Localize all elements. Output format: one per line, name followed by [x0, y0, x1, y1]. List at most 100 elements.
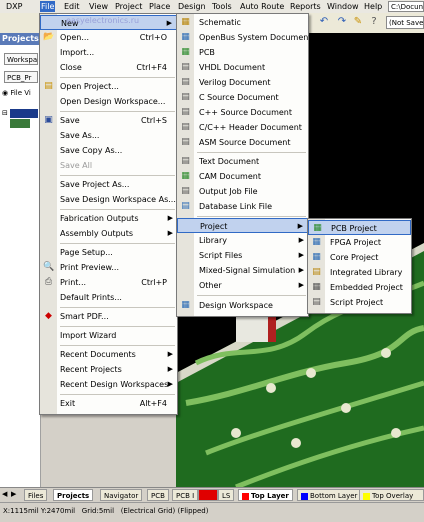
tab-navigator[interactable]: Navigator [100, 489, 143, 501]
file-menu-item-save[interactable]: ▣ Save Ctrl+S [40, 113, 177, 128]
tab-label: Top Overlay [372, 492, 414, 500]
redo-icon[interactable]: ↷ [336, 16, 348, 28]
menu-item-label: Recent Projects [60, 365, 122, 374]
new-item-output-job[interactable]: ▤ Output Job File [177, 184, 308, 199]
scroll-right-icon[interactable]: ▶ [11, 490, 16, 498]
new-item-project[interactable]: Project ▶ [177, 218, 308, 233]
file-menu-item-fabrication-outputs[interactable]: Fabrication Outputs ▶ [40, 211, 177, 226]
menu-project[interactable]: Project [114, 1, 143, 12]
file-menu-item-open-workspace[interactable]: Open Design Workspace... [40, 94, 177, 109]
tree-item-folder[interactable] [10, 119, 30, 128]
new-item-cam[interactable]: ▦ CAM Document [177, 169, 308, 184]
file-menu-item-print-preview[interactable]: 🔍 Print Preview... [40, 260, 177, 275]
new-item-vhdl[interactable]: ▤ VHDL Document [177, 60, 308, 75]
file-menu-item-recent-workspaces[interactable]: Recent Design Workspaces ▶ [40, 377, 177, 392]
save-state-field[interactable]: (Not Save [386, 16, 424, 29]
tab-ls[interactable]: LS [218, 489, 235, 501]
menu-edit[interactable]: Edit [63, 1, 81, 12]
file-menu-item-import[interactable]: Import... [40, 45, 177, 60]
file-view-radio[interactable]: ◉ File Vi [2, 89, 31, 97]
new-item-openbus[interactable]: ▦ OpenBus System Document [177, 30, 311, 45]
submenu-arrow-icon: ▶ [167, 365, 173, 373]
schematic-icon: ▦ [181, 17, 190, 27]
menu-view[interactable]: View [88, 1, 109, 12]
project-item-integrated-library[interactable]: ▤ Integrated Library [308, 265, 411, 280]
file-menu-item-recent-documents[interactable]: Recent Documents ▶ [40, 347, 177, 362]
project-dropdown[interactable]: PCB_Pr [4, 71, 38, 83]
project-item-script[interactable]: ▤ Script Project [308, 295, 411, 310]
menu-item-label: Design Workspace [199, 301, 273, 310]
menu-dxp[interactable]: DXP [5, 1, 23, 12]
menu-item-label: Import Wizard [60, 331, 117, 340]
file-menu-item-save-project-as[interactable]: Save Project As... [40, 177, 177, 192]
file-menu-item-import-wizard[interactable]: Import Wizard [40, 328, 177, 343]
menu-item-label: Open Project... [60, 82, 119, 91]
new-item-design-workspace[interactable]: ▦ Design Workspace [177, 298, 308, 313]
menu-separator [60, 326, 175, 327]
file-menu-item-save-all[interactable]: Save All [40, 158, 177, 173]
menu-separator [60, 77, 175, 78]
tab-top-overlay[interactable]: Top Overlay [359, 489, 424, 501]
file-menu-item-save-workspace-as[interactable]: Save Design Workspace As... [40, 192, 177, 207]
menu-file[interactable]: File [40, 1, 56, 12]
scroll-left-icon[interactable]: ◀ [2, 490, 7, 498]
expand-icon[interactable]: ⊟ [2, 109, 8, 117]
tab-bottom-layer[interactable]: Bottom Layer [297, 489, 362, 501]
project-item-embedded[interactable]: ▦ Embedded Project [308, 280, 411, 295]
tab-pcb[interactable]: PCB [147, 489, 169, 501]
new-item-c-source[interactable]: ▤ C Source Document [177, 90, 308, 105]
file-menu-item-page-setup[interactable]: Page Setup... [40, 245, 177, 260]
file-menu-item-recent-projects[interactable]: Recent Projects ▶ [40, 362, 177, 377]
new-item-library[interactable]: Library ▶ [177, 233, 308, 248]
file-menu-item-save-copy-as[interactable]: Save Copy As... [40, 143, 177, 158]
core-project-icon: ▦ [312, 252, 321, 262]
new-item-header[interactable]: ▤ C/C++ Header Document [177, 120, 308, 135]
menu-place[interactable]: Place [148, 1, 171, 12]
tree-item-project[interactable] [10, 109, 38, 118]
new-item-asm[interactable]: ▤ ASM Source Document [177, 135, 308, 150]
menu-separator [60, 111, 175, 112]
file-menu-item-default-prints[interactable]: Default Prints... [40, 290, 177, 305]
tab-label: Bottom Layer [310, 492, 358, 500]
tab-pcb-inspector[interactable]: PCB I [172, 489, 199, 501]
menu-reports[interactable]: Reports [289, 1, 322, 12]
project-item-core[interactable]: ▦ Core Project [308, 250, 411, 265]
file-menu-item-save-as[interactable]: Save As... [40, 128, 177, 143]
new-item-schematic[interactable]: ▦ Schematic [177, 15, 308, 30]
file-menu-item-exit[interactable]: Exit Alt+F4 [40, 396, 177, 411]
new-item-mixed-signal[interactable]: Mixed-Signal Simulation ▶ [177, 263, 308, 278]
file-menu-item-open[interactable]: 📂 Open... Ctrl+O [40, 30, 177, 45]
new-item-other[interactable]: Other ▶ [177, 278, 308, 293]
tab-files[interactable]: Files [24, 489, 48, 501]
menu-help[interactable]: Help [363, 1, 383, 12]
menu-window[interactable]: Window [326, 1, 360, 12]
document-path-field[interactable]: C:\Docun [388, 1, 424, 12]
file-menu-item-assembly-outputs[interactable]: Assembly Outputs ▶ [40, 226, 177, 241]
pcb-pad [391, 428, 401, 438]
tab-top-layer[interactable]: Top Layer [238, 489, 293, 501]
workspace-dropdown[interactable]: Workspa [4, 53, 38, 65]
file-menu-item-print[interactable]: ⎙ Print... Ctrl+P [40, 275, 177, 290]
new-item-pcb[interactable]: ▦ PCB [177, 45, 308, 60]
menu-design[interactable]: Design [177, 1, 207, 12]
tab-projects[interactable]: Projects [53, 489, 94, 501]
pencil-icon[interactable]: ✎ [352, 16, 364, 28]
project-item-pcb[interactable]: ▦ PCB Project [308, 220, 411, 235]
file-menu-item-open-project[interactable]: ▤ Open Project... [40, 79, 177, 94]
undo-icon[interactable]: ↶ [318, 16, 330, 28]
new-item-script-files[interactable]: Script Files ▶ [177, 248, 308, 263]
open-project-icon: ▤ [44, 81, 53, 91]
new-item-cpp-source[interactable]: ▤ C++ Source Document [177, 105, 308, 120]
menu-auto-route[interactable]: Auto Route [239, 1, 285, 12]
project-item-fpga[interactable]: ▦ FPGA Project [308, 235, 411, 250]
menu-tools[interactable]: Tools [211, 1, 233, 12]
layer-swatch-ls[interactable] [198, 489, 218, 501]
new-item-text[interactable]: ▤ Text Document [177, 154, 308, 169]
new-item-database-link[interactable]: ▤ Database Link File [177, 199, 308, 214]
new-item-verilog[interactable]: ▤ Verilog Document [177, 75, 308, 90]
file-menu-item-smart-pdf[interactable]: ◆ Smart PDF... [40, 309, 177, 324]
file-menu-item-close[interactable]: Close Ctrl+F4 [40, 60, 177, 75]
layer-color-swatch [363, 492, 370, 500]
menu-item-label: Project [200, 222, 228, 231]
help-icon[interactable]: ? [368, 16, 380, 28]
